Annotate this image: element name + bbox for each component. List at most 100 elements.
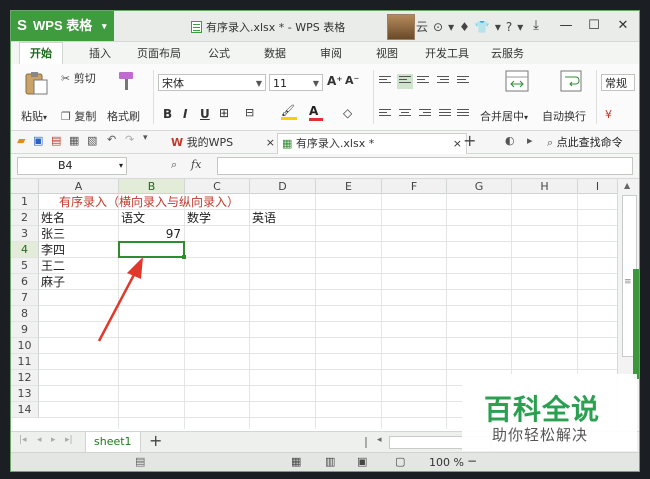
maximize-button[interactable]: ☐ [579,11,609,41]
skin-icon[interactable]: ♦ [459,20,470,34]
user-initial[interactable]: 云 [416,20,428,34]
save-icon[interactable]: ▣ [33,134,43,147]
bold-button[interactable]: B [163,107,172,121]
tab-home[interactable]: 开始 [19,42,63,65]
formula-input[interactable] [217,157,633,175]
cell-a6[interactable]: 麻子 [41,274,65,290]
tab-page-layout[interactable]: 页面布局 [137,45,181,61]
name-box[interactable]: B4 ▾ [17,157,127,175]
wrap-text-button[interactable]: 自动换行 [542,108,586,124]
row-header-1[interactable]: 1 [11,194,39,210]
close-icon[interactable]: × [453,134,462,154]
chevron-down-icon[interactable]: ▾ [448,20,454,34]
format-painter-icon[interactable] [115,69,139,93]
open-folder-icon[interactable]: ▰ [17,134,25,147]
reading-mode-icon[interactable]: ▢ [395,455,405,468]
doc-tab-active[interactable]: ▦ 有序录入.xlsx * × [277,133,467,154]
new-tab-button[interactable]: + [463,131,476,150]
side-panel-toggle[interactable] [633,269,639,379]
tab-developer[interactable]: 开发工具 [425,45,469,61]
page-layout-view-icon[interactable]: ▥ [325,455,335,468]
share-icon[interactable]: ▸ [527,134,533,147]
status-icon[interactable]: ⊙ [433,20,443,34]
fill-color-button[interactable]: 🖌 [281,104,297,120]
column-header-a[interactable]: A [39,179,119,194]
redo-icon[interactable]: ↷ [125,133,134,146]
row-header-10[interactable]: 10 [11,338,39,354]
fill-handle[interactable] [182,255,186,259]
cell-a4[interactable]: 李四 [41,242,65,258]
minimize-button[interactable]: — [551,11,581,41]
last-sheet-icon[interactable]: ▸| [65,435,73,445]
row-header-3[interactable]: 3 [11,226,39,242]
justify-icon[interactable] [439,109,451,120]
paste-icon[interactable] [23,70,49,96]
normal-view-icon[interactable]: ▦ [291,455,301,468]
zoom-out-button[interactable]: − [467,454,477,468]
cell-a3[interactable]: 张三 [41,226,65,242]
zoom-level[interactable]: 100 % [429,456,464,469]
zoom-lookup-icon[interactable]: ⌕ [171,158,177,172]
format-painter-button[interactable]: 格式刷 [107,108,140,124]
scroll-left-icon[interactable]: ◂ [377,435,382,445]
feedback-icon[interactable]: ◐ [505,134,515,147]
font-name-select[interactable]: 宋体 ▼ [158,74,266,91]
cell-a5[interactable]: 王二 [41,258,65,274]
font-size-select[interactable]: 11 ▼ [269,74,323,91]
distributed-icon[interactable] [457,109,469,120]
paste-button[interactable]: 粘贴▾ [21,108,47,124]
close-button[interactable]: ✕ [608,11,638,41]
align-center-icon[interactable] [399,109,411,120]
sheet-tab-sheet1[interactable]: sheet1 [85,432,141,452]
merge-center-icon[interactable] [505,70,529,92]
currency-format-icon[interactable]: ¥ [605,108,612,121]
merge-center-button[interactable]: 合并居中▾ [480,108,528,124]
export-pdf-icon[interactable]: ▤ [51,134,61,147]
grow-font-button[interactable]: A⁺ [327,74,343,88]
row-header-2[interactable]: 2 [11,210,39,226]
row-header-7[interactable]: 7 [11,290,39,306]
tab-insert[interactable]: 插入 [89,45,111,61]
cell-a2[interactable]: 姓名 [41,210,65,226]
row-header-14[interactable]: 14 [11,402,39,418]
outdent-icon[interactable] [457,76,469,87]
align-left-icon[interactable] [379,109,391,120]
shirt-icon[interactable]: 👕 [475,20,490,34]
insert-function-button[interactable]: fx [191,158,201,171]
print-preview-icon[interactable]: ▧ [87,134,97,147]
row-header-4[interactable]: 4 [11,242,39,258]
tab-formulas[interactable]: 公式 [208,45,230,61]
align-right-icon[interactable] [419,109,431,120]
tab-cloud-service[interactable]: 云服务 [491,45,524,61]
cell-d2[interactable]: 英语 [252,210,276,226]
prev-sheet-icon[interactable]: ◂ [37,435,42,445]
add-sheet-button[interactable]: + [149,431,162,450]
row-header-6[interactable]: 6 [11,274,39,290]
font-color-button[interactable]: A [309,104,323,121]
column-header-e[interactable]: E [316,179,382,194]
row-header-9[interactable]: 9 [11,322,39,338]
cut-button[interactable]: ✂ 剪切 [61,70,96,86]
align-top-icon[interactable] [379,76,391,87]
print-icon[interactable]: ▦ [69,134,79,147]
scroll-up-icon[interactable]: ▲ [624,181,630,190]
tab-splitter[interactable] [365,437,367,448]
column-header-i[interactable]: I [578,179,617,194]
column-header-f[interactable]: F [382,179,447,194]
app-menu-button[interactable]: S WPS 表格 ▾ [11,11,114,41]
tab-review[interactable]: 审阅 [320,45,342,61]
column-header-g[interactable]: G [447,179,512,194]
number-format-select[interactable]: 常规 [601,74,635,91]
cell-b2[interactable]: 语文 [121,210,145,226]
cell-a1[interactable]: 有序录入（横向录入与纵向录入） [59,194,239,210]
row-header-12[interactable]: 12 [11,370,39,386]
row-header-11[interactable]: 11 [11,354,39,370]
tab-data[interactable]: 数据 [264,45,286,61]
column-header-h[interactable]: H [512,179,578,194]
align-bottom-icon[interactable] [417,76,429,87]
border-button[interactable]: ⊞ [219,106,229,120]
select-all-corner[interactable] [11,179,39,194]
column-header-d[interactable]: D [250,179,316,194]
align-middle-icon[interactable] [397,74,413,89]
column-header-b[interactable]: B [119,179,185,194]
